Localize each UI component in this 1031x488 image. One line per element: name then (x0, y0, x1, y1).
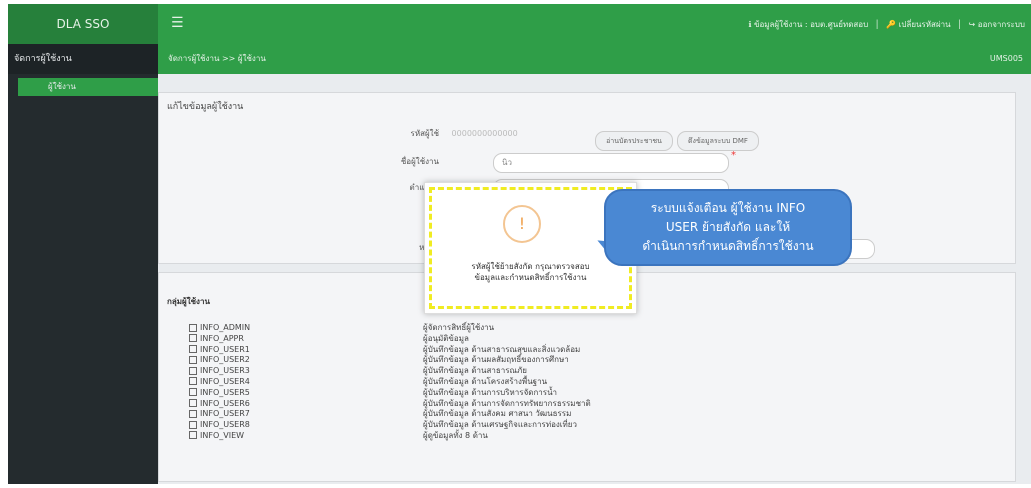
sidebar: จัดการผู้ใช้งาน ผู้ใช้งาน (8, 44, 158, 484)
role-desc: ผู้อนุมัติข้อมูล (423, 333, 469, 343)
role-checkbox-row[interactable]: INFO_ADMIN (189, 323, 250, 334)
top-links: ℹ ข้อมูลผู้ใช้งาน : อบต.ศูนย์ทดสอบ │ 🔑 เ… (746, 18, 1027, 31)
callout-line3: ดำเนินการกำหนดสิทธิ์การใช้งาน (642, 239, 814, 253)
role-checkbox-row[interactable]: INFO_USER5 (189, 388, 250, 399)
sidebar-item-users[interactable]: ผู้ใช้งาน (18, 78, 158, 96)
user-id-value: 0000000000000 (451, 129, 518, 138)
role-codes: INFO_ADMIN INFO_APPR INFO_USER1 INFO_USE… (189, 323, 250, 442)
checkbox[interactable] (189, 355, 197, 364)
brand-logo[interactable]: DLA SSO (8, 4, 158, 44)
role-checkbox-row[interactable]: INFO_USER8 (189, 420, 250, 431)
role-descriptions: ผู้จัดการสิทธิ์ผู้ใช้งาน ผู้อนุมัติข้อมู… (423, 323, 591, 442)
breadcrumb: จัดการผู้ใช้งาน >> ผู้ใช้งาน (168, 54, 266, 63)
name-row: ชื่อผู้ใช้งาน (379, 155, 449, 168)
sidebar-heading[interactable]: จัดการผู้ใช้งาน (8, 44, 158, 74)
role-checkbox-row[interactable]: INFO_USER7 (189, 409, 250, 420)
hamburger-icon[interactable]: ☰ (171, 15, 184, 31)
dialog-message-line1: รหัสผู้ใช้ย้ายสังกัด กรุณาตรวจสอบ (471, 262, 590, 271)
checkbox[interactable] (189, 345, 197, 354)
role-checkbox-row[interactable]: INFO_USER2 (189, 355, 250, 366)
role-desc: ผู้จัดการสิทธิ์ผู้ใช้งาน (423, 323, 495, 332)
breadcrumb-bar: จัดการผู้ใช้งาน >> ผู้ใช้งาน UMS005 (158, 44, 1031, 74)
role-desc: ผู้ดูข้อมูลทั้ง 8 ด้าน (423, 430, 488, 440)
groups-heading: กลุ่มผู้ใช้งาน (167, 297, 210, 306)
checkbox[interactable] (189, 420, 197, 429)
user-id-row: รหัสผู้ใช้ 0000000000000 (379, 127, 518, 140)
role-desc: ผู้บันทึกข้อมูล ด้านการจัดการทรัพยากรธรร… (423, 398, 591, 408)
role-checkbox-row[interactable]: INFO_USER6 (189, 399, 250, 410)
checkbox[interactable] (189, 431, 197, 440)
role-checkbox-row[interactable]: INFO_USER4 (189, 377, 250, 388)
panel-title: แก้ไขข้อมูลผู้ใช้งาน (167, 102, 244, 112)
role-desc: ผู้บันทึกข้อมูล ด้านเศรษฐกิจและการท่องเท… (423, 420, 577, 430)
top-bar: DLA SSO ☰ ℹ ข้อมูลผู้ใช้งาน : อบต.ศูนย์ท… (8, 4, 1031, 44)
checkbox[interactable] (189, 377, 197, 386)
role-checkbox-row[interactable]: INFO_APPR (189, 334, 250, 345)
dialog-message: รหัสผู้ใช้ย้ายสังกัด กรุณาตรวจสอบ ข้อมูล… (433, 261, 628, 283)
user-info-link[interactable]: ℹ ข้อมูลผู้ใช้งาน : อบต.ศูนย์ทดสอบ (748, 20, 868, 29)
separator: │ (874, 20, 880, 29)
user-id-label: รหัสผู้ใช้ (410, 129, 439, 138)
name-input[interactable]: นิว (493, 153, 729, 173)
checkbox[interactable] (189, 366, 197, 375)
fetch-dmf-button[interactable]: ดึงข้อมูลระบบ DMF (677, 131, 759, 151)
role-desc: ผู้บันทึกข้อมูล ด้านสาธารณภัย (423, 366, 527, 376)
checkbox[interactable] (189, 323, 197, 332)
separator: │ (957, 20, 962, 29)
required-mark: * (731, 150, 736, 161)
logout-link[interactable]: ↪ ออกจากระบบ (969, 20, 1025, 29)
checkbox[interactable] (189, 409, 197, 418)
checkbox[interactable] (189, 388, 197, 397)
checkbox[interactable] (189, 399, 197, 408)
name-label: ชื่อผู้ใช้งาน (400, 157, 439, 166)
role-checkbox-row[interactable]: INFO_USER3 (189, 366, 250, 377)
role-desc: ผู้บันทึกข้อมูล ด้านสาธารณสุขและสิ่งแวดล… (423, 344, 581, 354)
annotation-callout: ระบบแจ้งเตือน ผู้ใช้งาน INFO USER ย้ายสั… (604, 189, 852, 266)
change-password-link[interactable]: 🔑 เปลี่ยนรหัสผ่าน (886, 20, 950, 29)
role-desc: ผู้บันทึกข้อมูล ด้านผลสัมฤทธิ์ของการศึกษ… (423, 355, 569, 365)
role-checkbox-row[interactable]: INFO_VIEW (189, 431, 250, 442)
dialog-message-line2: ข้อมูลและกำหนดสิทธิ์การใช้งาน (474, 273, 587, 282)
callout-line1: ระบบแจ้งเตือน ผู้ใช้งาน INFO (650, 201, 806, 215)
screen-code: UMS005 (989, 54, 1023, 63)
checkbox[interactable] (189, 334, 197, 343)
warning-icon: ! (503, 205, 541, 243)
role-desc: ผู้บันทึกข้อมูล ด้านการบริหารจัดการน้ำ (423, 387, 558, 397)
role-checkbox-row[interactable]: INFO_USER1 (189, 345, 250, 356)
read-id-card-button[interactable]: อ่านบัตรประชาชน (595, 131, 673, 151)
role-desc: ผู้บันทึกข้อมูล ด้านสังคม ศาสนา วัฒนธรรม (423, 409, 572, 419)
callout-line2: USER ย้ายสังกัด และให้ (665, 220, 791, 234)
role-desc: ผู้บันทึกข้อมูล ด้านโครงสร้างพื้นฐาน (423, 376, 548, 386)
